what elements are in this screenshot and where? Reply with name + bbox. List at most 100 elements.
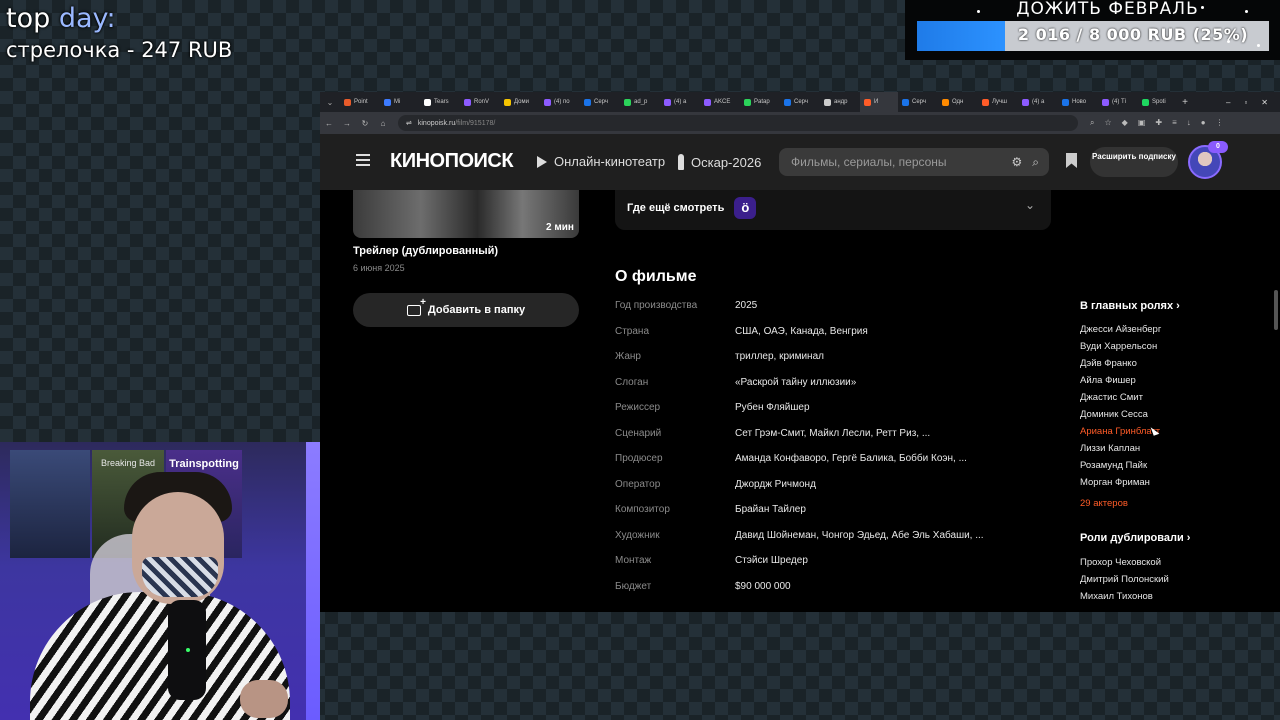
cast-member-link[interactable]: Ариана Гринблатт bbox=[1080, 425, 1280, 442]
browser-tab[interactable]: Mi bbox=[380, 92, 420, 112]
dub-actor-link[interactable]: Михаил Тихонов bbox=[1080, 590, 1280, 607]
close-icon[interactable]: ✕ bbox=[1261, 98, 1268, 107]
fact-value[interactable]: Брайан Тайлер bbox=[735, 502, 806, 528]
browser-tab[interactable]: Одн bbox=[938, 92, 978, 112]
cast-more-link[interactable]: 29 актеров bbox=[1080, 498, 1280, 520]
nav-oscar[interactable]: Оскар-2026 bbox=[678, 154, 761, 170]
cast-member-link[interactable]: Джастис Смит bbox=[1080, 391, 1280, 408]
browser-tab[interactable]: И bbox=[860, 92, 898, 112]
nav-online-cinema[interactable]: Онлайн-кинотеатр bbox=[537, 154, 665, 169]
back-icon[interactable]: ← bbox=[320, 119, 338, 128]
browser-tab[interactable]: Tears bbox=[420, 92, 460, 112]
tab-label: AKCE bbox=[714, 99, 731, 105]
cast-member-link[interactable]: Джесси Айзенберг bbox=[1080, 323, 1280, 340]
browser-tab[interactable]: Лучш bbox=[978, 92, 1018, 112]
browser-tab[interactable]: (4) а bbox=[1018, 92, 1058, 112]
tab-favicon-icon bbox=[744, 98, 751, 106]
browser-tab[interactable]: AKCE bbox=[700, 92, 740, 112]
tab-label: Patap bbox=[754, 99, 770, 105]
browser-tab[interactable]: андр bbox=[820, 92, 860, 112]
cast-member-link[interactable]: Морган Фриман bbox=[1080, 476, 1280, 493]
fact-key: Сценарий bbox=[615, 427, 662, 439]
trailer-title[interactable]: Трейлер (дублированный) bbox=[353, 245, 498, 257]
browser-tab[interactable]: RonV bbox=[460, 92, 500, 112]
where-to-watch-dropdown[interactable]: Где ещё смотреть ö ⌄ bbox=[615, 190, 1051, 230]
fact-value[interactable]: Джордж Ричмонд bbox=[735, 477, 816, 503]
url-field[interactable]: ⇌ kinopoisk.ru/film/915178/ bbox=[398, 115, 1078, 131]
browser-tab[interactable]: Доми bbox=[500, 92, 540, 112]
profile-icon[interactable]: ● bbox=[1201, 118, 1206, 128]
fact-row: Оператор Джордж Ричмонд bbox=[615, 477, 1055, 503]
bookmark-icon[interactable] bbox=[1066, 153, 1077, 168]
star-icon[interactable]: ☆ bbox=[1104, 118, 1111, 128]
upgrade-subscription-button[interactable]: Расширить подписку bbox=[1090, 147, 1178, 177]
browser-tab[interactable]: Серч bbox=[780, 92, 820, 112]
fact-row: Сценарий Сет Грэм-Смит, Майкл Лесли, Ретт… bbox=[615, 426, 1055, 452]
browser-tab[interactable]: ad_p bbox=[620, 92, 660, 112]
browser-tab[interactable]: Spoti bbox=[1138, 92, 1178, 112]
cast-member-link[interactable]: Вуди Харрельсон bbox=[1080, 340, 1280, 357]
forward-icon[interactable]: → bbox=[338, 119, 356, 128]
fact-value[interactable]: Давид Шойнеман, Чонгор Эдьед, Абе Эль Ха… bbox=[735, 528, 984, 554]
browser-tab[interactable]: Серч bbox=[580, 92, 620, 112]
about-film-heading: О фильме bbox=[615, 268, 697, 285]
window-controls: – ▫ ✕ bbox=[1226, 98, 1280, 107]
menu-icon[interactable]: ⋮ bbox=[1216, 118, 1224, 128]
fact-value[interactable]: Стэйси Шредер bbox=[735, 553, 808, 579]
site-info-icon[interactable]: ⇌ bbox=[406, 119, 412, 127]
dub-heading[interactable]: Роли дублировали › bbox=[1080, 530, 1280, 556]
fact-value[interactable]: Сет Грэм-Смит, Майкл Лесли, Ретт Риз, ..… bbox=[735, 426, 930, 452]
tab-label: Серч bbox=[594, 99, 609, 105]
filter-icon[interactable]: ⚙ bbox=[1012, 148, 1023, 176]
reading-list-icon[interactable]: ≡ bbox=[1172, 118, 1177, 128]
dub-actor-link[interactable]: Прохор Чеховской bbox=[1080, 556, 1280, 573]
menu-burger-icon[interactable] bbox=[356, 154, 370, 166]
cast-heading[interactable]: В главных ролях › bbox=[1080, 298, 1280, 323]
cast-member-link[interactable]: Лиззи Каплан bbox=[1080, 442, 1280, 459]
fact-key: Год производства bbox=[615, 300, 698, 311]
search-icon[interactable]: ⌕ bbox=[1032, 148, 1039, 176]
cast-member-link[interactable]: Айла Фишер bbox=[1080, 374, 1280, 391]
maximize-icon[interactable]: ▫ bbox=[1244, 98, 1247, 107]
fact-value[interactable]: Аманда Конфаворо, Гергё Балика, Бобби Ко… bbox=[735, 451, 967, 477]
add-to-folder-button[interactable]: Добавить в папку bbox=[353, 293, 579, 327]
add-to-folder-label: Добавить в папку bbox=[427, 304, 526, 316]
search-input[interactable]: Фильмы, сериалы, персоны ⚙ ⌕ bbox=[779, 148, 1049, 176]
extension-icon[interactable]: ◆ bbox=[1122, 118, 1128, 128]
browser-tab[interactable]: Point bbox=[340, 92, 380, 112]
cast-member-link[interactable]: Розамунд Пайк bbox=[1080, 459, 1280, 476]
fact-key: Монтаж bbox=[615, 555, 652, 566]
extension-icon[interactable]: ▣ bbox=[1138, 118, 1146, 128]
browser-tab[interactable]: Patap bbox=[740, 92, 780, 112]
fact-value[interactable]: Рубен Фляйшер bbox=[735, 400, 810, 426]
browser-tab[interactable]: (4) по bbox=[540, 92, 580, 112]
goal-title: ДОЖИТЬ ФЕВРАЛЬ bbox=[1016, 0, 1199, 19]
cast-list: Джесси Айзенберг Вуди Харрельсон Дэйв Фран… bbox=[1080, 323, 1280, 493]
download-icon[interactable]: ↓ bbox=[1187, 118, 1191, 128]
tab-search-icon[interactable]: ⌄ bbox=[320, 98, 340, 107]
zoom-icon[interactable]: ⌕ bbox=[1090, 118, 1094, 128]
browser-tab[interactable]: (4) Ті bbox=[1098, 92, 1138, 112]
new-tab-button[interactable]: + bbox=[1178, 97, 1192, 108]
dub-actor-link[interactable]: Дмитрий Полонский bbox=[1080, 573, 1280, 590]
browser-tab[interactable]: Ново bbox=[1058, 92, 1098, 112]
tab-favicon-icon bbox=[384, 98, 391, 106]
puzzle-icon[interactable]: ✚ bbox=[1155, 118, 1162, 128]
home-icon[interactable]: ⌂ bbox=[374, 119, 392, 128]
address-bar-icons: ⌕ ☆ ◆ ▣ ✚ ≡ ↓ ● ⋮ bbox=[1090, 118, 1224, 128]
browser-tab[interactable]: Серч bbox=[898, 92, 938, 112]
page-scrollbar[interactable] bbox=[1274, 290, 1278, 330]
tab-favicon-icon bbox=[824, 98, 831, 106]
minimize-icon[interactable]: – bbox=[1226, 98, 1230, 107]
tab-favicon-icon bbox=[424, 98, 431, 106]
tab-label: ad_p bbox=[634, 99, 648, 105]
okko-icon[interactable]: ö bbox=[734, 197, 757, 219]
fact-value[interactable]: $90 000 000 bbox=[735, 579, 791, 605]
fact-value: США, ОАЭ, Канада, Венгрия bbox=[735, 325, 868, 337]
reload-icon[interactable]: ↻ bbox=[356, 119, 374, 128]
cast-member-link[interactable]: Доминик Сесса bbox=[1080, 408, 1280, 425]
kinopoisk-logo[interactable]: КИНОПОИСК bbox=[390, 150, 514, 173]
goal-progress-text: 2 016 / 8 000 RUB (25%) bbox=[1017, 25, 1249, 44]
browser-tab[interactable]: (4) а bbox=[660, 92, 700, 112]
cast-member-link[interactable]: Дэйв Франко bbox=[1080, 357, 1280, 374]
